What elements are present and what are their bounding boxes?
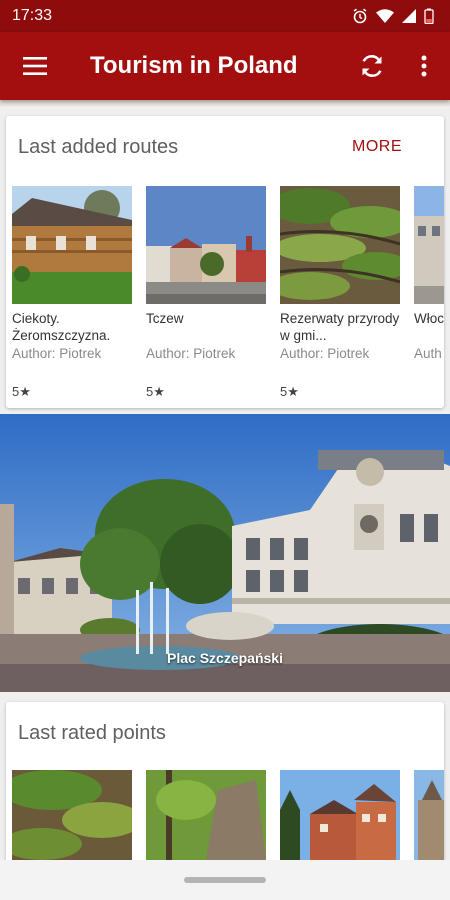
routes-carousel[interactable]: Ciekoty. Żeromszczyzna. Author: Piotrek … [6, 186, 444, 408]
point-card[interactable] [414, 770, 444, 860]
route-rating: 5★ [12, 384, 31, 399]
route-author: Author: Piotrek [280, 346, 370, 361]
route-name: Włoc Zpor [414, 311, 444, 326]
point-card[interactable] [12, 770, 132, 860]
refresh-icon [362, 55, 382, 77]
featured-place-banner[interactable]: Plac Szczepański [0, 414, 450, 692]
route-name: Rezerwaty przyrody w gmi... [280, 311, 400, 343]
more-vert-icon [421, 55, 427, 77]
point-card[interactable] [146, 770, 266, 860]
route-card[interactable]: Tczew Author: Piotrek 5★ [146, 186, 266, 399]
refresh-button[interactable] [346, 32, 398, 100]
route-rating: 5★ [146, 384, 165, 399]
route-photo [280, 186, 400, 304]
point-photo [414, 770, 444, 860]
menu-button[interactable] [0, 32, 70, 100]
route-author: Author: Piotrek [146, 346, 236, 361]
route-author: Author: Piotrek [12, 346, 102, 361]
point-photo [280, 770, 400, 860]
battery-low-icon [424, 8, 434, 24]
app-bar: Tourism in Poland [0, 32, 450, 100]
route-photo [146, 186, 266, 304]
point-card[interactable] [280, 770, 400, 860]
route-card[interactable]: Rezerwaty przyrody w gmi... Author: Piot… [280, 186, 400, 399]
app-title: Tourism in Poland [90, 52, 298, 79]
signal-icon [402, 9, 416, 23]
more-button[interactable]: MORE [352, 138, 402, 156]
points-section-title: Last rated points [18, 721, 166, 744]
routes-section-title: Last added routes [18, 135, 179, 158]
home-gesture-handle[interactable] [184, 877, 266, 883]
route-card[interactable]: Ciekoty. Żeromszczyzna. Author: Piotrek … [12, 186, 132, 399]
system-navigation-bar [0, 860, 450, 900]
status-icons [352, 8, 434, 24]
points-carousel[interactable] [6, 770, 444, 872]
route-card[interactable]: Włoc Zpor Auth 4★ [414, 186, 444, 361]
alarm-icon [353, 8, 367, 24]
status-time: 17:33 [12, 7, 53, 24]
route-rating: 5★ [280, 384, 299, 399]
point-photo [12, 770, 132, 860]
route-photo [12, 186, 132, 304]
menu-icon [23, 57, 47, 75]
route-author: Auth [414, 346, 442, 361]
overflow-menu-button[interactable] [398, 32, 450, 100]
route-photo [414, 186, 444, 304]
routes-card: Last added routes MORE Ciekoty. Żeromszc… [6, 116, 444, 408]
point-photo [146, 770, 266, 860]
route-name: Ciekoty. Żeromszczyzna. [12, 311, 111, 343]
wifi-icon [376, 9, 394, 23]
status-bar: 17:33 [0, 0, 450, 32]
map-background [0, 100, 450, 106]
points-card: Last rated points [6, 702, 444, 872]
route-name: Tczew [146, 311, 184, 326]
featured-place-caption: Plac Szczepański [167, 650, 283, 666]
